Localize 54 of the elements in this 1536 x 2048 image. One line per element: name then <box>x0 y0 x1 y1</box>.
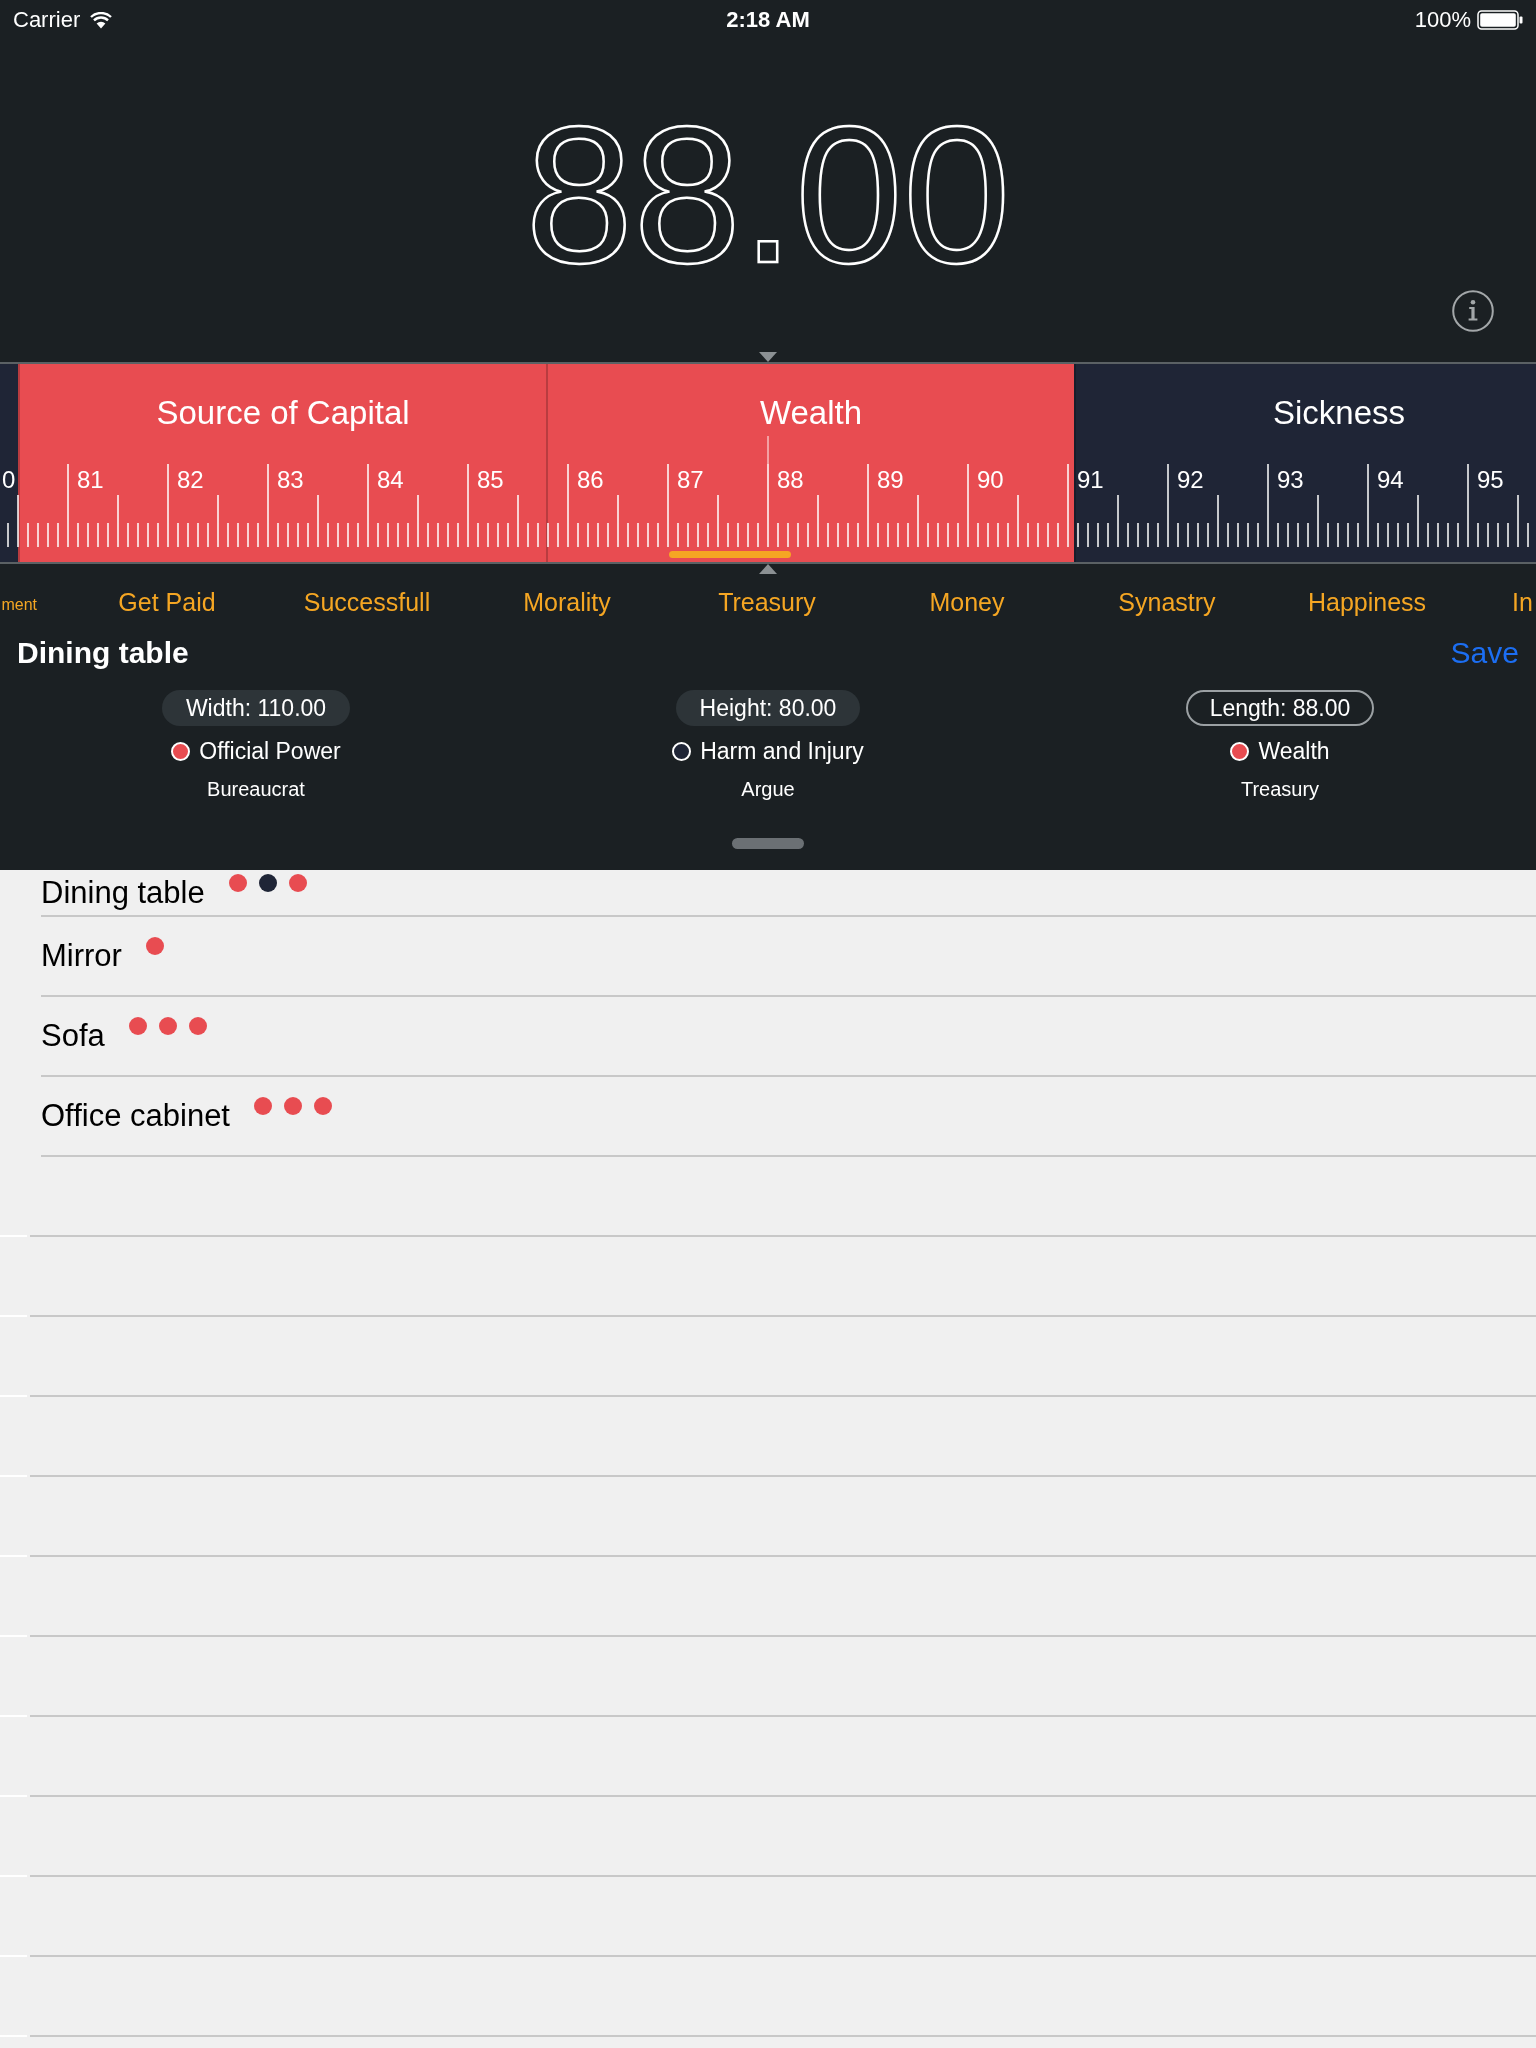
category-item[interactable]: Money <box>929 589 1005 615</box>
dimension-selector[interactable]: Length: 88.00 <box>1185 690 1375 726</box>
save-button[interactable]: Save <box>1450 638 1519 668</box>
battery-icon <box>1477 10 1523 30</box>
dimension-selector[interactable]: Height: 80.00 <box>675 690 861 726</box>
category-item[interactable]: Happiness <box>1307 589 1427 615</box>
dimension-selector[interactable]: Width: 110.00 <box>161 690 351 726</box>
carrier-label: Carrier <box>13 9 81 31</box>
aspect-detail: Bureaucrat <box>207 777 305 802</box>
tick-label: 84 <box>367 464 404 495</box>
drag-handle[interactable] <box>732 838 804 849</box>
tick-label: 89 <box>867 464 904 495</box>
info-icon[interactable] <box>1452 290 1494 332</box>
item-name[interactable]: Office cabinet <box>41 1098 230 1134</box>
tick-label: 87 <box>667 464 704 495</box>
tick-label: 94 <box>1367 464 1404 495</box>
measurement-reading: 88.00 <box>525 98 1011 292</box>
tick-label: 93 <box>1267 464 1304 495</box>
item-name[interactable]: Dining table <box>41 874 205 911</box>
tick-label: 95 <box>1467 464 1504 495</box>
battery-percentage: 100% <box>1414 9 1471 31</box>
category-item[interactable]: Get Paid <box>118 589 216 615</box>
tick-label: 91 <box>1067 464 1104 495</box>
category-item[interactable]: In <box>1512 589 1533 615</box>
aspect-label: Harm and Injury <box>700 739 864 763</box>
aspect-detail: Argue <box>741 777 795 802</box>
segment-title: Sickness <box>1272 394 1406 432</box>
tick-label: 83 <box>267 464 304 495</box>
category-item[interactable]: ment <box>1 597 37 613</box>
aspect-label: Wealth <box>1258 739 1330 763</box>
wifi-icon <box>90 11 113 29</box>
tick-label: 85 <box>467 464 504 495</box>
aspect-detail: Treasury <box>1240 777 1320 802</box>
segment-title: Source of Capital <box>156 394 410 432</box>
category-item[interactable]: Morality <box>523 589 611 615</box>
status-time: 2:18 AM <box>726 9 810 31</box>
item-name[interactable]: Sofa <box>41 1018 105 1054</box>
triangle-marker-icon <box>759 352 777 362</box>
category-item[interactable]: Successfull <box>303 589 431 615</box>
tick-label: 88 <box>767 464 804 495</box>
tick-label: 90 <box>967 464 1004 495</box>
tick-label: 0 <box>1 464 16 495</box>
category-item[interactable]: Synastry <box>1118 589 1216 615</box>
tick-label: 92 <box>1167 464 1204 495</box>
segment-title: Wealth <box>759 394 863 432</box>
triangle-marker-icon <box>759 564 777 574</box>
center-line <box>767 436 769 464</box>
category-item[interactable]: Treasury <box>718 589 816 615</box>
tick-label: 82 <box>167 464 204 495</box>
tick-label: 86 <box>567 464 604 495</box>
item-name[interactable]: Mirror <box>41 938 122 974</box>
tick-label: 81 <box>67 464 104 495</box>
aspect-label: Official Power <box>199 739 341 763</box>
editor-title: Dining table <box>17 638 189 668</box>
